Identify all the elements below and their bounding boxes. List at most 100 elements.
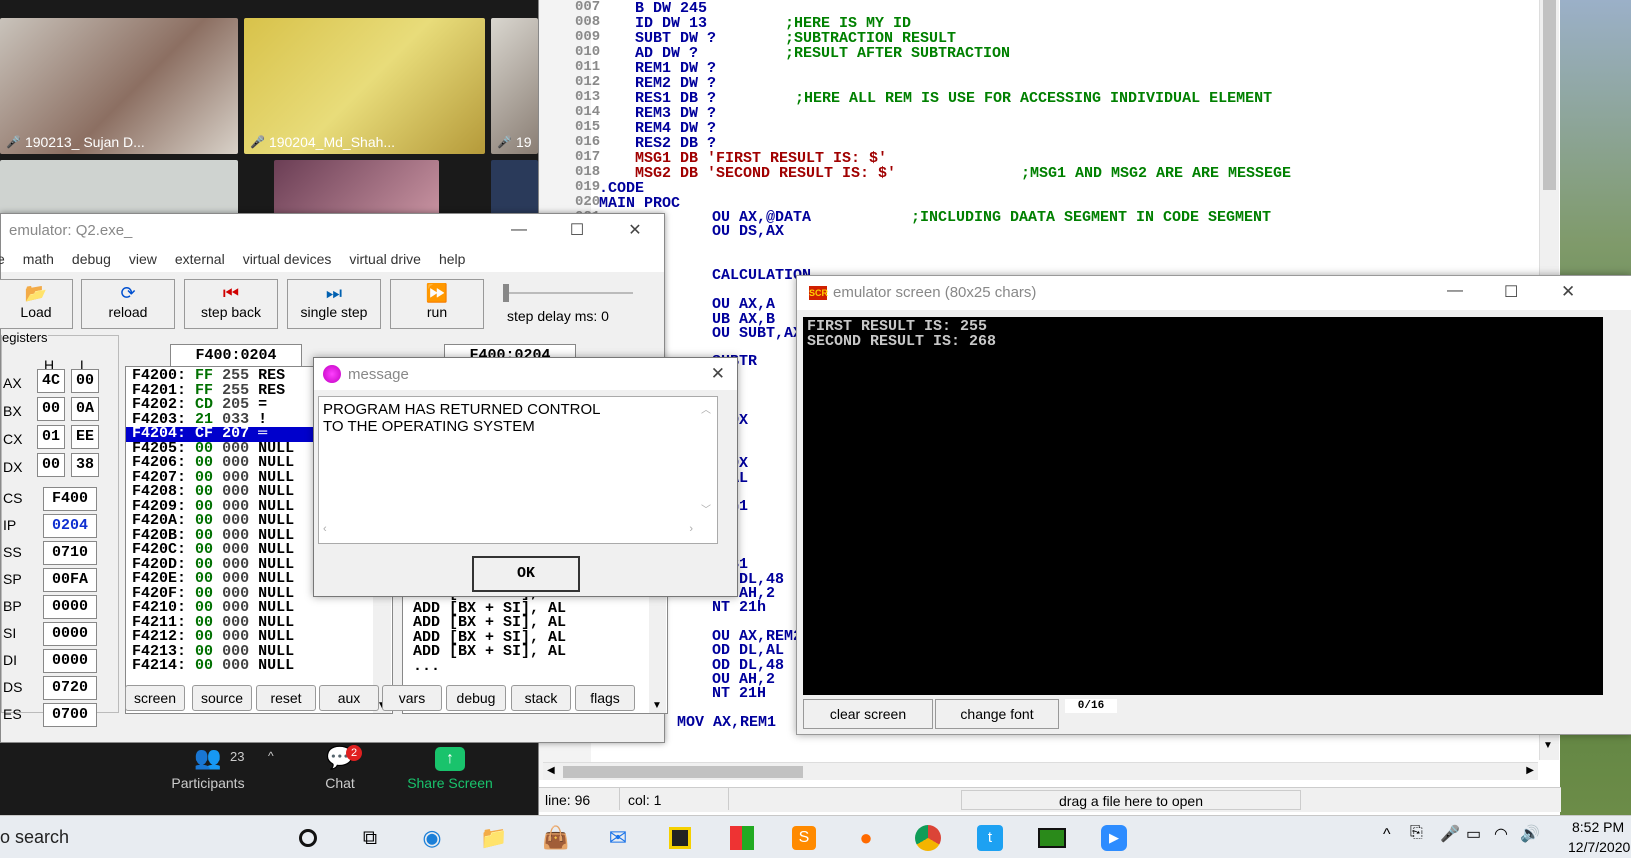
register-low[interactable]: 38 xyxy=(71,453,99,477)
firefox-icon[interactable]: ● xyxy=(848,820,884,856)
file-explorer-icon[interactable]: 📁 xyxy=(476,820,512,856)
register-value[interactable]: 0000 xyxy=(43,622,97,646)
scroll-down-icon[interactable]: ﹀ xyxy=(701,501,711,516)
maximize-icon[interactable]: ☐ xyxy=(548,214,606,246)
dialog-titlebar[interactable]: message ✕ xyxy=(314,358,737,390)
battery-icon[interactable]: ▭ xyxy=(1466,824,1481,844)
store-icon[interactable]: 👜 xyxy=(538,820,574,856)
emu8086-icon[interactable] xyxy=(1034,820,1070,856)
register-value[interactable]: F400 xyxy=(43,487,97,511)
task-view-icon[interactable]: ⧉ xyxy=(352,820,388,856)
minimize-icon[interactable]: — xyxy=(490,214,548,246)
clear-screen-button[interactable]: clear screen xyxy=(803,699,933,729)
close-icon[interactable]: ✕ xyxy=(606,214,664,246)
memory-row[interactable]: F4214: 00 000 NULL xyxy=(126,658,392,674)
run-button[interactable]: ⏩ run xyxy=(390,279,484,329)
office-icon[interactable] xyxy=(724,820,760,856)
screen-output[interactable]: FIRST RESULT IS: 255 SECOND RESULT IS: 2… xyxy=(803,317,1603,695)
clock-time[interactable]: 8:52 PM xyxy=(1572,819,1624,835)
menu-item[interactable]: debug xyxy=(72,251,111,267)
register-high[interactable]: 00 xyxy=(37,397,65,421)
chrome-icon[interactable] xyxy=(910,820,946,856)
volume-icon[interactable]: 🔊 xyxy=(1520,824,1540,844)
source-button[interactable]: source xyxy=(192,685,252,711)
close-icon[interactable]: ✕ xyxy=(711,364,725,384)
step-back-button[interactable]: ⏮ step back xyxy=(184,279,278,329)
video-tile[interactable] xyxy=(274,160,439,215)
minimize-icon[interactable]: — xyxy=(1447,282,1463,300)
reload-button[interactable]: ⟳ reload xyxy=(81,279,175,329)
video-tile[interactable]: 🎤 19 xyxy=(491,18,538,154)
register-value[interactable]: 0000 xyxy=(43,595,97,619)
register-low[interactable]: 00 xyxy=(71,369,99,393)
register-value[interactable]: 0204 xyxy=(43,514,97,538)
menu-item[interactable]: external xyxy=(175,251,225,267)
scroll-up-icon[interactable]: ︿ xyxy=(701,401,711,416)
screen-titlebar[interactable]: SCR emulator screen (80x25 chars) — ☐ ✕ xyxy=(797,276,1631,310)
zoom-icon[interactable]: ▶ xyxy=(1096,820,1132,856)
share-screen-button[interactable]: ↑ Share Screen xyxy=(400,745,500,791)
participants-button[interactable]: 👥 23 Participants xyxy=(162,745,254,791)
network-adapter-icon[interactable]: ⎘ xyxy=(1410,824,1423,842)
aux-button[interactable]: aux xyxy=(319,685,379,711)
mail-icon[interactable]: ✉ xyxy=(600,820,636,856)
register-value[interactable]: 00FA xyxy=(43,568,97,592)
scroll-right-icon[interactable]: › xyxy=(689,523,693,535)
wifi-icon[interactable]: ◠ xyxy=(1494,824,1508,844)
single-step-button[interactable]: ⏭ single step xyxy=(287,279,381,329)
memory-address-input[interactable]: F400:0204 xyxy=(170,344,302,368)
register-value[interactable]: 0700 xyxy=(43,703,97,727)
chevron-up-icon[interactable]: ^ xyxy=(1383,826,1391,844)
register-low[interactable]: EE xyxy=(71,425,99,449)
register-value[interactable]: 0000 xyxy=(43,649,97,673)
video-tile[interactable] xyxy=(491,160,538,215)
register-high[interactable]: 00 xyxy=(37,453,65,477)
sublime-icon[interactable]: S xyxy=(786,820,822,856)
ok-button[interactable]: OK xyxy=(472,556,580,592)
scroll-right-icon[interactable]: ▶ xyxy=(1526,765,1534,776)
twitter-icon[interactable]: t xyxy=(972,820,1008,856)
scroll-left-icon[interactable]: ◀ xyxy=(547,765,555,776)
scroll-thumb[interactable] xyxy=(1543,0,1556,190)
stack-button[interactable]: stack xyxy=(511,685,571,711)
menu-item[interactable]: e xyxy=(0,251,5,267)
disasm-row[interactable]: ... xyxy=(413,659,667,675)
register-high[interactable]: 01 xyxy=(37,425,65,449)
video-tile[interactable] xyxy=(0,160,238,215)
edge-icon[interactable]: ◉ xyxy=(414,820,450,856)
scroll-thumb[interactable] xyxy=(563,766,803,778)
load-button[interactable]: 📂 Load xyxy=(0,279,73,329)
cortana-icon[interactable] xyxy=(290,820,326,856)
vars-button[interactable]: vars xyxy=(382,685,442,711)
screen-button[interactable]: screen xyxy=(125,685,185,711)
close-icon[interactable]: ✕ xyxy=(1561,282,1575,302)
menu-item[interactable]: view xyxy=(129,251,157,267)
register-value[interactable]: 0710 xyxy=(43,541,97,565)
editor-horizontal-scrollbar[interactable]: ◀ ▶ xyxy=(543,762,1538,780)
message-text-area[interactable]: PROGRAM HAS RETURNED CONTROL TO THE OPER… xyxy=(318,396,718,544)
menu-item[interactable]: math xyxy=(23,251,54,267)
flags-button[interactable]: flags xyxy=(575,685,635,711)
microphone-icon[interactable]: 🎤 xyxy=(1440,824,1460,844)
register-high[interactable]: 4C xyxy=(37,369,65,393)
menu-item[interactable]: virtual drive xyxy=(349,251,421,267)
disasm-row[interactable]: ADD [BX + SI], AL xyxy=(413,644,667,660)
video-tile[interactable]: 🎤 190213_ Sujan D... xyxy=(0,18,238,154)
maximize-icon[interactable]: ☐ xyxy=(1504,282,1518,302)
scroll-down-icon[interactable]: ▼ xyxy=(1543,740,1553,751)
video-tile[interactable]: 🎤 190204_Md_Shah... xyxy=(244,18,485,154)
chevron-up-icon[interactable]: ^ xyxy=(268,749,274,763)
clock-date[interactable]: 12/7/2020 xyxy=(1568,839,1630,855)
menu-item[interactable]: virtual devices xyxy=(243,251,332,267)
register-value[interactable]: 0720 xyxy=(43,676,97,700)
reset-button[interactable]: reset xyxy=(256,685,316,711)
scroll-down-icon[interactable]: ▼ xyxy=(652,700,662,711)
change-font-button[interactable]: change font xyxy=(935,699,1059,729)
disasm-address-input[interactable]: F400:0204 xyxy=(444,344,576,358)
register-low[interactable]: 0A xyxy=(71,397,99,421)
chat-button[interactable]: 💬 2 Chat xyxy=(312,745,368,791)
scroll-left-icon[interactable]: ‹ xyxy=(323,523,327,535)
search-box[interactable]: o search xyxy=(0,827,69,848)
emulator-titlebar[interactable]: emulator: Q2.exe_ — ☐ ✕ xyxy=(1,214,664,246)
menu-item[interactable]: help xyxy=(439,251,465,267)
